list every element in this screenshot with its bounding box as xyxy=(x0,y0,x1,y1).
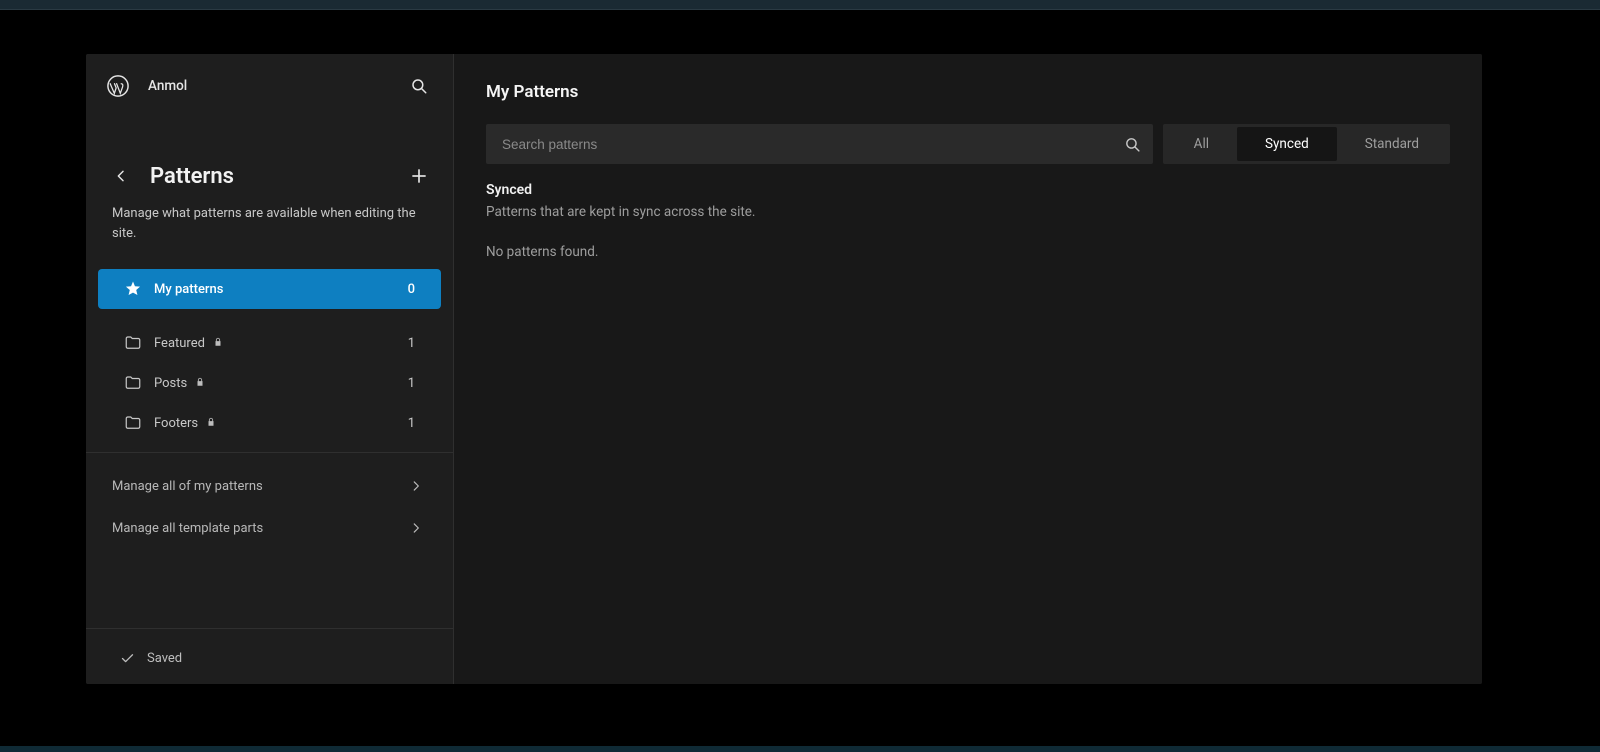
filter-tab-standard[interactable]: Standard xyxy=(1337,127,1447,161)
sidebar-item-footers[interactable]: Footers 1 xyxy=(98,403,441,443)
search-icon[interactable] xyxy=(1113,124,1153,164)
sidebar-item-label: My patterns xyxy=(154,282,223,297)
add-pattern-button[interactable] xyxy=(405,162,433,190)
search-icon[interactable] xyxy=(405,72,433,100)
sidebar-item-overflow[interactable] xyxy=(98,443,441,453)
sidebar-footer: Saved xyxy=(86,628,453,684)
sidebar-header: Anmol xyxy=(86,54,453,112)
app-window: Anmol Patterns Manage what patterns are … xyxy=(86,54,1482,684)
window-chrome-top xyxy=(0,0,1600,10)
filter-tab-synced[interactable]: Synced xyxy=(1237,127,1337,161)
sidebar-item-count: 0 xyxy=(408,282,415,297)
page-title: My Patterns xyxy=(486,82,1450,102)
sidebar-item-featured[interactable]: Featured 1 xyxy=(98,323,441,363)
check-icon xyxy=(120,651,135,666)
sidebar-item-count: 1 xyxy=(408,336,415,351)
empty-message: No patterns found. xyxy=(486,244,1450,260)
chevron-right-icon xyxy=(409,521,423,535)
main-panel: My Patterns All Synced Standard Synced P… xyxy=(454,54,1482,684)
category-list: Featured 1 Posts 1 xyxy=(86,309,453,453)
sidebar: Anmol Patterns Manage what patterns are … xyxy=(86,54,454,684)
content-heading: Synced xyxy=(486,182,1450,198)
filter-tab-all[interactable]: All xyxy=(1166,127,1237,161)
site-name[interactable]: Anmol xyxy=(148,78,405,94)
manage-item-label: Manage all template parts xyxy=(112,521,263,536)
manage-all-patterns[interactable]: Manage all of my patterns xyxy=(86,465,453,507)
sidebar-item-label: Posts xyxy=(154,376,187,391)
filter-tabs: All Synced Standard xyxy=(1163,124,1450,164)
lock-icon xyxy=(195,377,207,389)
content-description: Patterns that are kept in sync across th… xyxy=(486,204,1450,220)
back-button[interactable] xyxy=(110,165,132,187)
folder-icon xyxy=(124,334,142,352)
lock-icon xyxy=(213,337,225,349)
sidebar-item-count: 1 xyxy=(408,416,415,431)
toolbar: All Synced Standard xyxy=(486,124,1450,164)
lock-icon xyxy=(206,417,218,429)
window-chrome-bottom xyxy=(0,746,1600,752)
search-input[interactable] xyxy=(486,137,1113,152)
sidebar-item-my-patterns[interactable]: My patterns 0 xyxy=(98,269,441,309)
sidebar-item-posts[interactable]: Posts 1 xyxy=(98,363,441,403)
sidebar-item-count: 1 xyxy=(408,376,415,391)
manage-item-label: Manage all of my patterns xyxy=(112,479,263,494)
sidebar-item-label: Featured xyxy=(154,336,205,351)
wordpress-logo-icon[interactable] xyxy=(106,74,130,98)
section-description: Manage what patterns are available when … xyxy=(86,198,453,263)
search-wrap xyxy=(486,124,1153,164)
section-title-row: Patterns xyxy=(86,112,453,198)
star-icon xyxy=(124,280,142,298)
chevron-right-icon xyxy=(409,479,423,493)
folder-icon xyxy=(124,374,142,392)
sidebar-item-label: Footers xyxy=(154,416,198,431)
folder-icon xyxy=(124,414,142,432)
saved-status-label: Saved xyxy=(147,651,182,666)
manage-all-template-parts[interactable]: Manage all template parts xyxy=(86,507,453,549)
section-title: Patterns xyxy=(150,164,405,189)
manage-list: Manage all of my patterns Manage all tem… xyxy=(86,465,453,549)
nav-list: My patterns 0 Featured 1 xyxy=(86,269,453,453)
